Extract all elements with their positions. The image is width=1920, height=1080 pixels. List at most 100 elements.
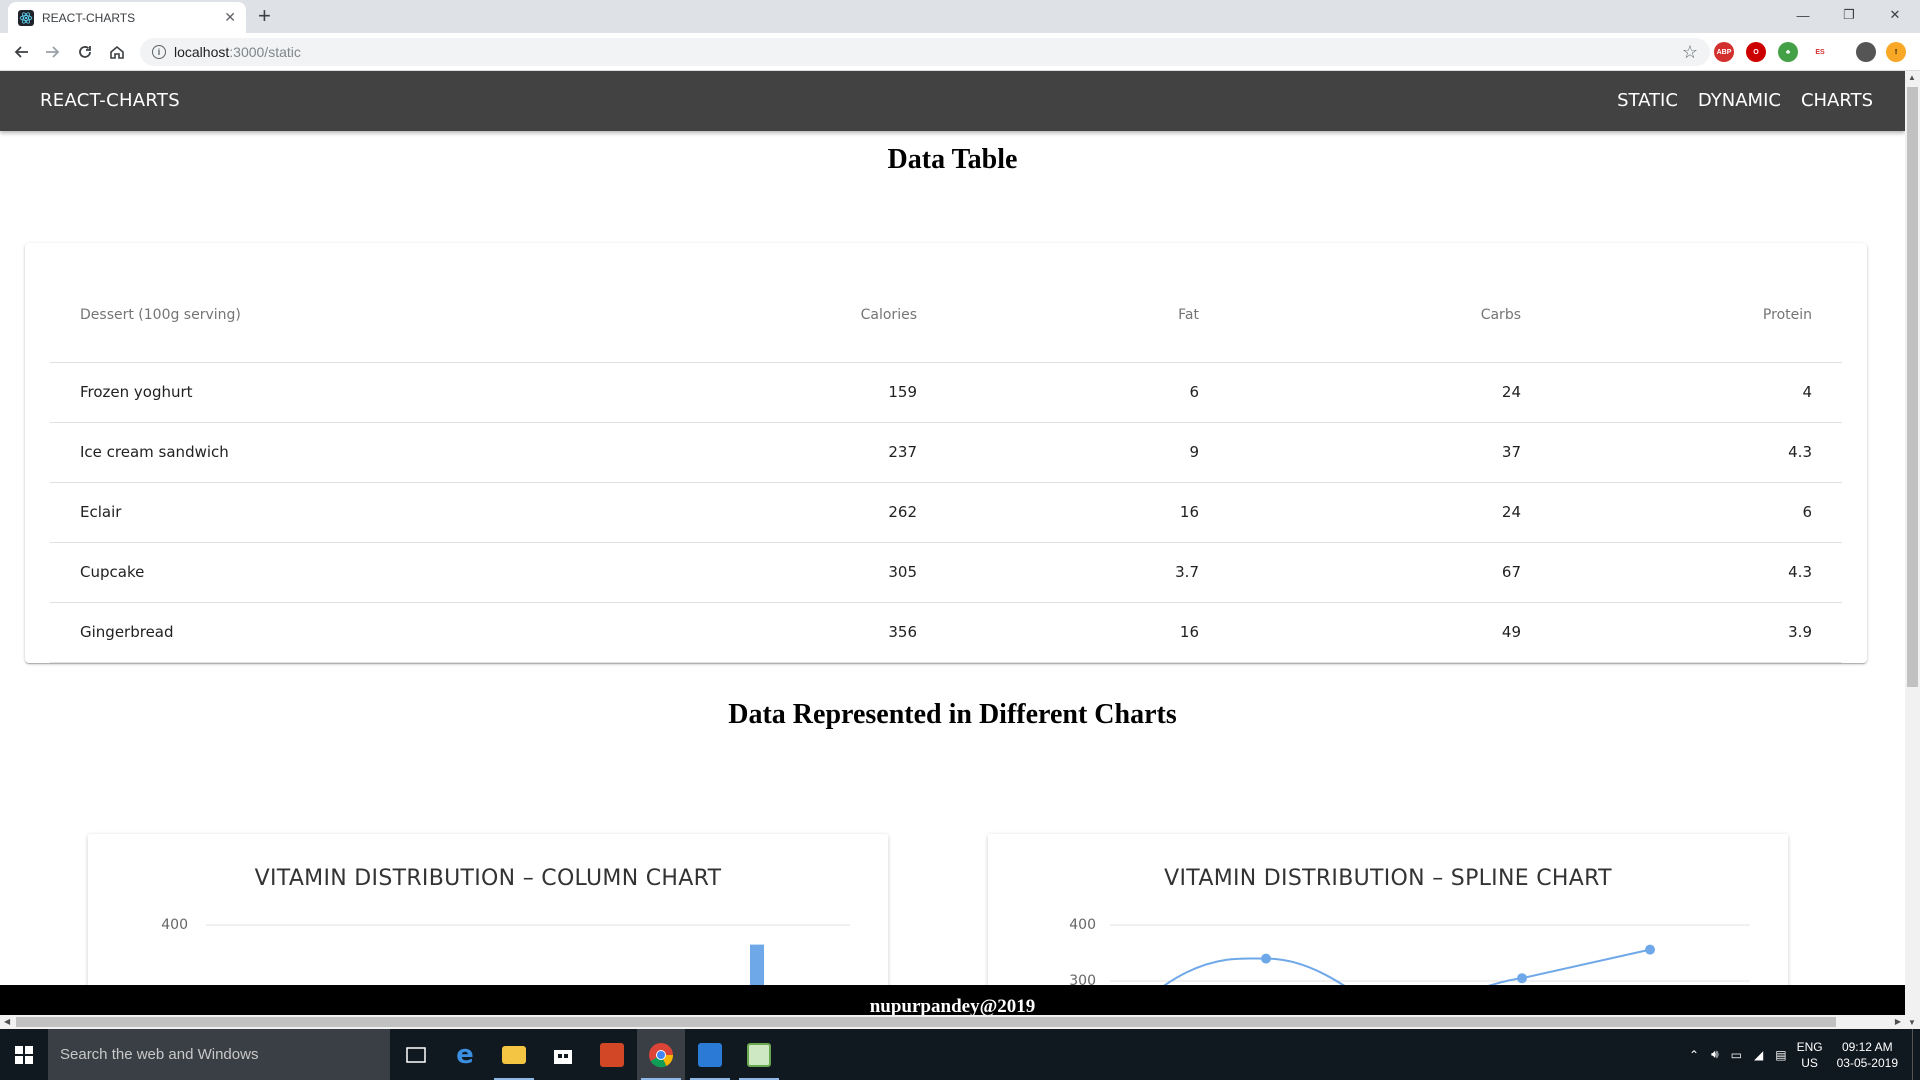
page-viewport: REACT-CHARTS STATIC DYNAMIC CHARTS Data … — [0, 71, 1905, 1029]
browser-tab-strip: REACT-CHARTS ✕ + — ❐ ✕ — [0, 0, 1920, 33]
cell-calories: 159 — [690, 362, 947, 423]
opera-extension-icon[interactable]: O — [1746, 42, 1766, 62]
cell-calories: 237 — [690, 422, 947, 483]
forward-arrow-icon[interactable] — [41, 40, 65, 64]
language-indicator[interactable]: ENG US — [1797, 1039, 1823, 1071]
tab-close-icon[interactable]: ✕ — [224, 9, 236, 26]
volume-icon[interactable]: 🔊︎ — [1711, 1047, 1719, 1062]
cell-fat: 6 — [947, 362, 1229, 423]
cell-calories: 356 — [690, 602, 947, 663]
clock-date: 03-05-2019 — [1836, 1055, 1898, 1070]
chrome-icon[interactable] — [637, 1029, 685, 1080]
dessert-table: Dessert (100g serving) Calories Fat Carb… — [50, 268, 1842, 663]
table-row: Frozen yoghurt 159 6 24 4 — [50, 362, 1842, 423]
restore-window-button[interactable]: ❐ — [1826, 0, 1872, 30]
system-tray: ⌃ 🔊︎ ▭ ◢ ▤ ENG US 09:12 AM 03-05-2019 — [1689, 1029, 1920, 1080]
action-center-icon[interactable]: ▤ — [1775, 1048, 1786, 1062]
profile-avatar[interactable] — [1856, 42, 1876, 62]
data-table-heading: Data Table — [887, 144, 1018, 175]
language-region: US — [1801, 1055, 1818, 1070]
powerpoint-icon[interactable] — [588, 1029, 636, 1080]
spline-data-point[interactable] — [1517, 973, 1527, 984]
vscode-icon[interactable] — [686, 1029, 734, 1080]
table-row: Gingerbread 356 16 49 3.9 — [50, 602, 1842, 663]
language-code: ENG — [1796, 1039, 1823, 1054]
cell-carbs: 37 — [1229, 422, 1551, 483]
cell-carbs: 24 — [1229, 482, 1551, 543]
cell-protein: 4.3 — [1551, 542, 1842, 603]
cell-carbs: 67 — [1229, 542, 1551, 603]
file-explorer-icon[interactable] — [490, 1029, 538, 1080]
horizontal-scroll-thumb[interactable] — [16, 1017, 1836, 1027]
browser-toolbar: i localhost :3000/static ☆ ABP O ♣ ES ! — [0, 33, 1920, 71]
spline-data-point[interactable] — [1645, 944, 1655, 955]
clock-time: 09:12 AM — [1841, 1039, 1893, 1054]
adblock-plus-icon[interactable]: ABP — [1714, 42, 1734, 62]
nav-charts-link[interactable]: CHARTS — [1801, 90, 1873, 111]
site-info-icon[interactable]: i — [152, 45, 166, 59]
close-window-button[interactable]: ✕ — [1872, 0, 1918, 30]
browser-tab[interactable]: REACT-CHARTS ✕ — [8, 2, 246, 33]
cell-dessert: Ice cream sandwich — [50, 422, 690, 483]
y-tick-label: 400 — [161, 917, 188, 933]
table-row: Eclair 262 16 24 6 — [50, 482, 1842, 543]
nav-dynamic-link[interactable]: DYNAMIC — [1698, 90, 1781, 111]
scroll-up-arrow-icon[interactable]: ▲ — [1908, 73, 1916, 82]
extension-es-icon[interactable]: ES — [1810, 42, 1830, 62]
cell-dessert: Frozen yoghurt — [50, 362, 690, 423]
taskbar-clock[interactable]: 09:12 AM 03-05-2019 — [1837, 1039, 1898, 1071]
url-path: :3000/static — [229, 44, 301, 60]
charts-heading: Data Represented in Different Charts — [728, 699, 1177, 730]
new-tab-button[interactable]: + — [258, 5, 271, 27]
taskbar-search-input[interactable]: Search the web and Windows — [48, 1029, 390, 1080]
store-icon[interactable] — [539, 1029, 587, 1080]
network-icon[interactable]: ◢ — [1754, 1048, 1763, 1062]
back-arrow-icon[interactable] — [9, 40, 33, 64]
app-header: REACT-CHARTS STATIC DYNAMIC CHARTS — [0, 71, 1905, 131]
vertical-scroll-thumb[interactable] — [1907, 87, 1918, 687]
show-desktop-button[interactable] — [1912, 1029, 1920, 1080]
extension-leaf-icon[interactable]: ♣ — [1778, 42, 1798, 62]
cell-fat: 16 — [947, 482, 1229, 543]
scroll-down-arrow-icon[interactable]: ▼ — [1908, 1018, 1916, 1027]
scroll-right-arrow-icon[interactable]: ▶ — [1895, 1017, 1901, 1026]
url-host: localhost — [174, 44, 230, 60]
y-tick-label: 400 — [1069, 917, 1096, 933]
windows-taskbar: Search the web and Windows e ⌃ 🔊︎ ▭ ◢ ▤ … — [0, 1029, 1920, 1080]
main-nav: STATIC DYNAMIC CHARTS — [1597, 90, 1873, 111]
minimize-window-button[interactable]: — — [1780, 0, 1826, 30]
address-bar[interactable]: i localhost :3000/static ☆ — [140, 38, 1710, 66]
notepad-icon[interactable] — [735, 1029, 783, 1080]
table-row: Ice cream sandwich 237 9 37 4.3 — [50, 422, 1842, 483]
table-header-row: Dessert (100g serving) Calories Fat Carb… — [50, 268, 1842, 363]
cell-calories: 305 — [690, 542, 947, 603]
home-icon[interactable] — [105, 40, 129, 64]
reload-icon[interactable] — [73, 40, 97, 64]
vertical-scrollbar[interactable]: ▲ ▼ — [1905, 71, 1920, 1029]
task-view-icon[interactable] — [392, 1029, 440, 1080]
spline-data-point[interactable] — [1261, 953, 1271, 964]
col-header-calories: Calories — [690, 268, 947, 363]
edge-browser-icon[interactable]: e — [441, 1029, 489, 1080]
col-header-fat: Fat — [947, 268, 1229, 363]
update-alert-icon[interactable]: ! — [1886, 42, 1906, 62]
cell-dessert: Gingerbread — [50, 602, 690, 663]
cell-fat: 9 — [947, 422, 1229, 483]
cell-calories: 262 — [690, 482, 947, 543]
bookmark-star-icon[interactable]: ☆ — [1682, 42, 1698, 63]
col-header-carbs: Carbs — [1229, 268, 1551, 363]
tray-chevron-up-icon[interactable]: ⌃ — [1689, 1048, 1699, 1062]
cell-fat: 3.7 — [947, 542, 1229, 603]
app-brand[interactable]: REACT-CHARTS — [40, 90, 180, 111]
scroll-left-arrow-icon[interactable]: ◀ — [4, 1017, 10, 1026]
tab-title: REACT-CHARTS — [42, 10, 136, 25]
cell-protein: 6 — [1551, 482, 1842, 543]
cell-dessert: Cupcake — [50, 542, 690, 603]
horizontal-scrollbar[interactable]: ◀ ▶ — [0, 1015, 1905, 1029]
cell-protein: 4.3 — [1551, 422, 1842, 483]
windows-start-icon[interactable] — [0, 1029, 48, 1080]
cell-protein: 4 — [1551, 362, 1842, 423]
battery-icon[interactable]: ▭ — [1731, 1048, 1742, 1062]
cell-fat: 16 — [947, 602, 1229, 663]
nav-static-link[interactable]: STATIC — [1617, 90, 1678, 111]
